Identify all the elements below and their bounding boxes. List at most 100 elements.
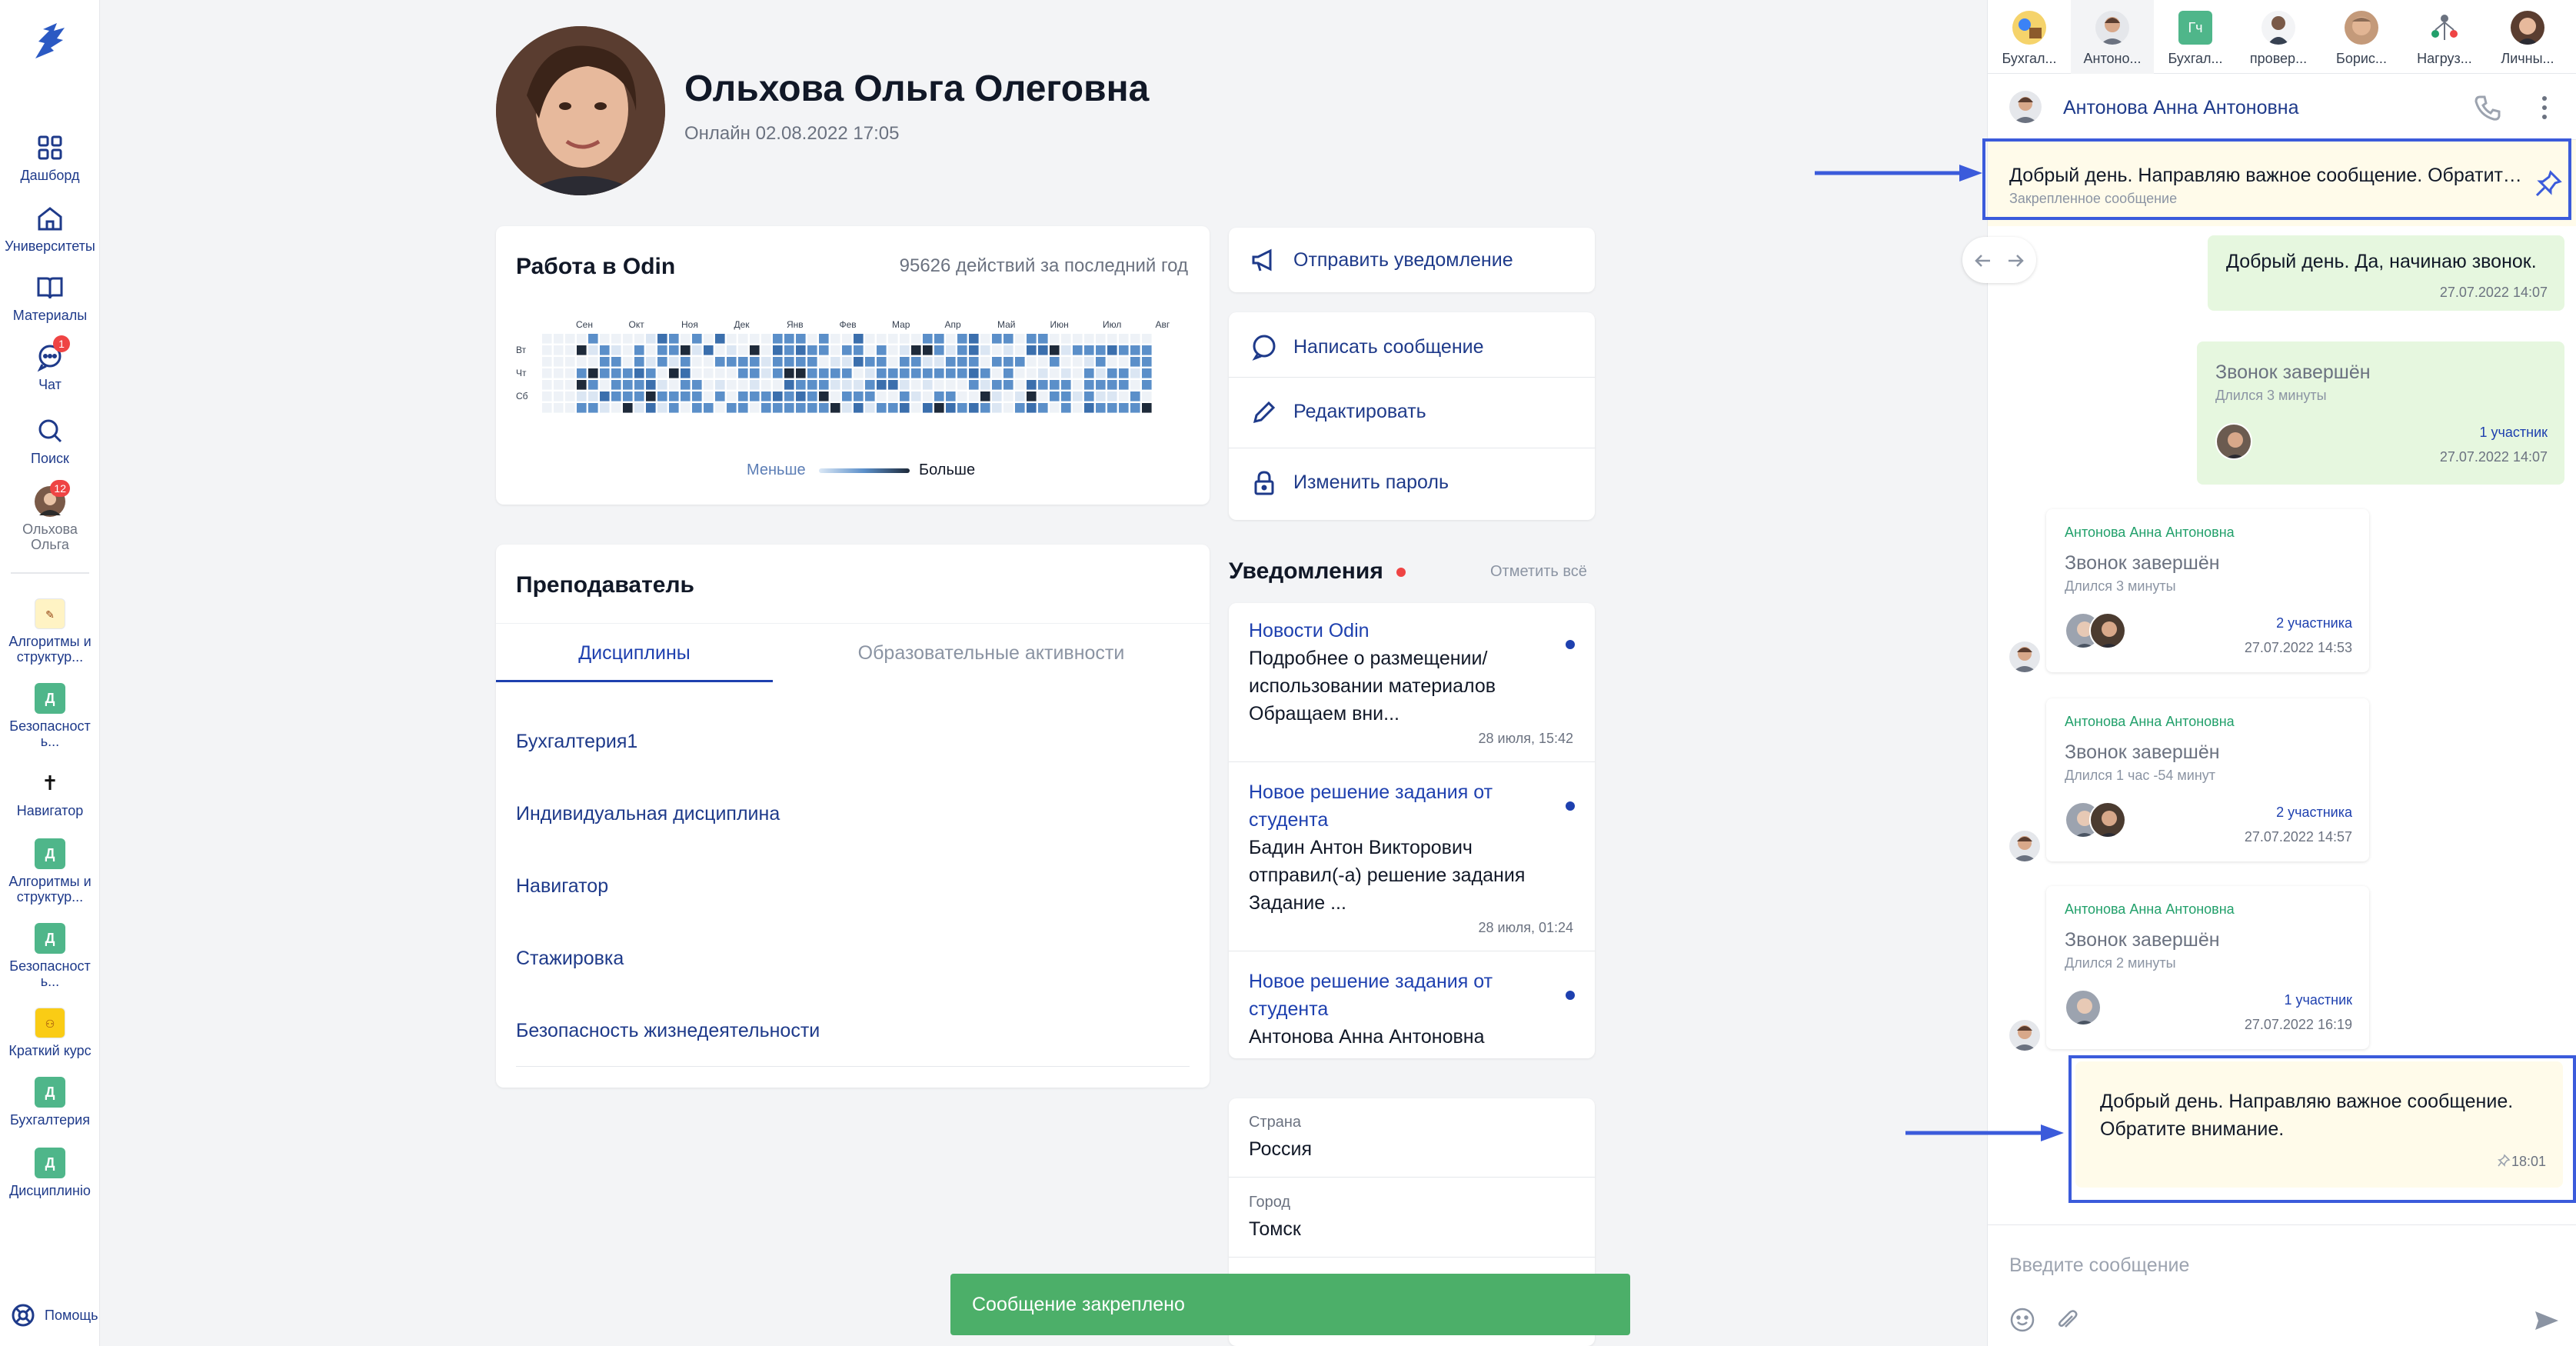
edit-profile-button[interactable]: Редактировать xyxy=(1229,377,1595,446)
nav-course-algorithms-2[interactable]: Д Алгоритмы и структур... xyxy=(0,838,100,905)
chat-tab[interactable]: Бухгал... xyxy=(1988,0,2071,74)
course-initial-icon: Д xyxy=(35,683,65,714)
heatmap-cell xyxy=(900,403,910,413)
change-password-button[interactable]: Изменить пароль xyxy=(1229,448,1595,517)
heatmap-cell xyxy=(1096,391,1106,401)
call-bubble-incoming[interactable]: Антонова Анна Антоновна Звонок завершён … xyxy=(2046,886,2369,1049)
nav-course-navigator[interactable]: ✝ Навигатор xyxy=(0,768,100,818)
call-bubble-incoming[interactable]: Антонова Анна Антоновна Звонок завершён … xyxy=(2046,698,2369,861)
message-input[interactable] xyxy=(2009,1250,2532,1281)
heatmap-cell xyxy=(900,380,910,390)
discipline-item[interactable]: Навигатор xyxy=(516,875,1190,898)
heatmap-cell xyxy=(1096,334,1106,344)
write-message-button[interactable]: Написать сообщение xyxy=(1229,312,1595,381)
nav-item-dashboard[interactable]: Дашборд xyxy=(0,132,100,183)
notification-item[interactable]: Новое решение задания от студента Антоно… xyxy=(1229,968,1595,1051)
emoji-icon[interactable] xyxy=(2009,1307,2035,1333)
message-bubble-outgoing[interactable]: Добрый день. Да, начинаю звонок. 27.07.2… xyxy=(2208,235,2564,311)
heatmap-cell xyxy=(807,403,817,413)
phone-icon[interactable] xyxy=(2472,92,2503,123)
notification-item[interactable]: Новое решение задания от студента Бадин … xyxy=(1229,778,1595,936)
chat-icon: 1 xyxy=(35,335,70,372)
contact-name[interactable]: Антонова Анна Антоновна xyxy=(2063,97,2299,119)
lock-icon xyxy=(1254,470,1274,495)
contact-avatar[interactable] xyxy=(2009,91,2042,123)
chat-tab[interactable]: провер... xyxy=(2237,0,2320,74)
nav-course-short[interactable]: ⚇ Краткий курс xyxy=(0,1008,100,1058)
notification-title: Новости Odin xyxy=(1249,620,1370,641)
nav-item-universities[interactable]: Университеты xyxy=(0,203,100,254)
heatmap-cell xyxy=(992,345,1002,355)
heatmap-cell xyxy=(900,334,910,344)
heatmap-cell xyxy=(1027,403,1037,413)
heatmap-cell xyxy=(980,345,990,355)
heatmap-cell xyxy=(1061,334,1071,344)
chat-tab[interactable]: Личны... xyxy=(2486,0,2569,74)
heatmap-cell xyxy=(957,334,967,344)
nav-item-chat[interactable]: 1 Чат xyxy=(0,335,100,392)
heatmap-cell xyxy=(1027,391,1037,401)
heatmap-cell xyxy=(1130,345,1140,355)
heatmap-cell xyxy=(1107,357,1117,367)
discipline-item[interactable]: Индивидуальная дисциплина xyxy=(516,803,1190,825)
country-label: Страна xyxy=(1249,1114,1302,1131)
heatmap-cell xyxy=(611,380,621,390)
heatmap-cell xyxy=(1130,391,1140,401)
arrow-right-icon[interactable] xyxy=(2005,251,2025,271)
heatmap-cell xyxy=(842,368,852,378)
send-icon[interactable] xyxy=(2532,1307,2560,1334)
heatmap-cell xyxy=(1061,403,1071,413)
send-notification-button[interactable]: Отправить уведомление xyxy=(1229,228,1595,292)
more-vertical-icon[interactable] xyxy=(2537,94,2552,122)
chat-tab[interactable]: Гч Бухгал... xyxy=(2154,0,2237,74)
nav-item-search[interactable]: Поиск xyxy=(0,415,100,466)
heatmap-cell xyxy=(646,334,656,344)
nav-course-discipline[interactable]: Д Дисциплинio xyxy=(0,1148,100,1198)
heatmap-cell xyxy=(911,334,921,344)
chat-tab[interactable]: Нагруз... xyxy=(2403,0,2486,74)
notification-item[interactable]: Новости Odin Подробнее о размещении/ исп… xyxy=(1229,617,1595,747)
discipline-item[interactable]: Безопасность жизнедеятельности xyxy=(516,1020,1190,1042)
heatmap-cell xyxy=(704,334,714,344)
heatmap-cell xyxy=(669,334,679,344)
heatmap-cell xyxy=(554,357,564,367)
heatmap-cell xyxy=(1142,334,1152,344)
heatmap-cell xyxy=(542,380,552,390)
nav-course-accounting[interactable]: Д Бухгалтерия xyxy=(0,1077,100,1128)
heatmap-cell xyxy=(611,391,621,401)
nav-course-algorithms[interactable]: ✎ Алгоритмы и структур... xyxy=(0,598,100,665)
tab-disciplines[interactable]: Дисциплины xyxy=(496,624,773,682)
tab-educational-activities[interactable]: Образовательные активности xyxy=(773,624,1210,682)
chat-tab-active[interactable]: Антоно... xyxy=(2071,0,2154,74)
heatmap-cell xyxy=(588,357,598,367)
odin-logo-icon[interactable] xyxy=(31,20,69,63)
nav-course-safety[interactable]: Д Безопасност ь... xyxy=(0,683,100,749)
chat-tab[interactable]: Борис... xyxy=(2320,0,2403,74)
help-link[interactable]: Помощь xyxy=(11,1303,98,1328)
heatmap-cell xyxy=(830,345,840,355)
heatmap-cell xyxy=(542,368,552,378)
heatmap-cell xyxy=(1119,357,1129,367)
legend-more: Больше xyxy=(919,461,976,478)
call-bubble-incoming[interactable]: Антонова Анна Антоновна Звонок завершён … xyxy=(2046,509,2369,672)
call-bubble-outgoing[interactable]: Звонок завершён Длился 3 минуты 1 участн… xyxy=(2197,341,2564,485)
heatmap-cell xyxy=(1084,368,1094,378)
heatmap-cell xyxy=(819,334,829,344)
message-time: 27.07.2022 14:07 xyxy=(2439,449,2548,465)
message-time: 27.07.2022 14:57 xyxy=(2244,829,2352,845)
discipline-item[interactable]: Стажировка xyxy=(516,948,1190,970)
heatmap-cell xyxy=(923,357,933,367)
nav-course-safety-2[interactable]: Д Безопасност ь... xyxy=(0,923,100,989)
arrow-left-icon[interactable] xyxy=(1973,251,1993,271)
contact-avatar xyxy=(2261,11,2295,45)
heatmap-cell xyxy=(623,403,633,413)
mark-all-read-button[interactable]: Отметить всё xyxy=(1490,563,1587,581)
megaphone-icon xyxy=(1252,248,1272,272)
discipline-item[interactable]: Бухгалтерия1 xyxy=(516,731,1190,753)
paperclip-icon[interactable] xyxy=(2054,1307,2080,1333)
heatmap-cell xyxy=(796,403,806,413)
heatmap-cell xyxy=(934,334,944,344)
heatmap-cell xyxy=(819,403,829,413)
nav-item-materials[interactable]: Материалы xyxy=(0,272,100,323)
nav-item-profile[interactable]: 12 Ольхова Ольга xyxy=(0,480,100,552)
